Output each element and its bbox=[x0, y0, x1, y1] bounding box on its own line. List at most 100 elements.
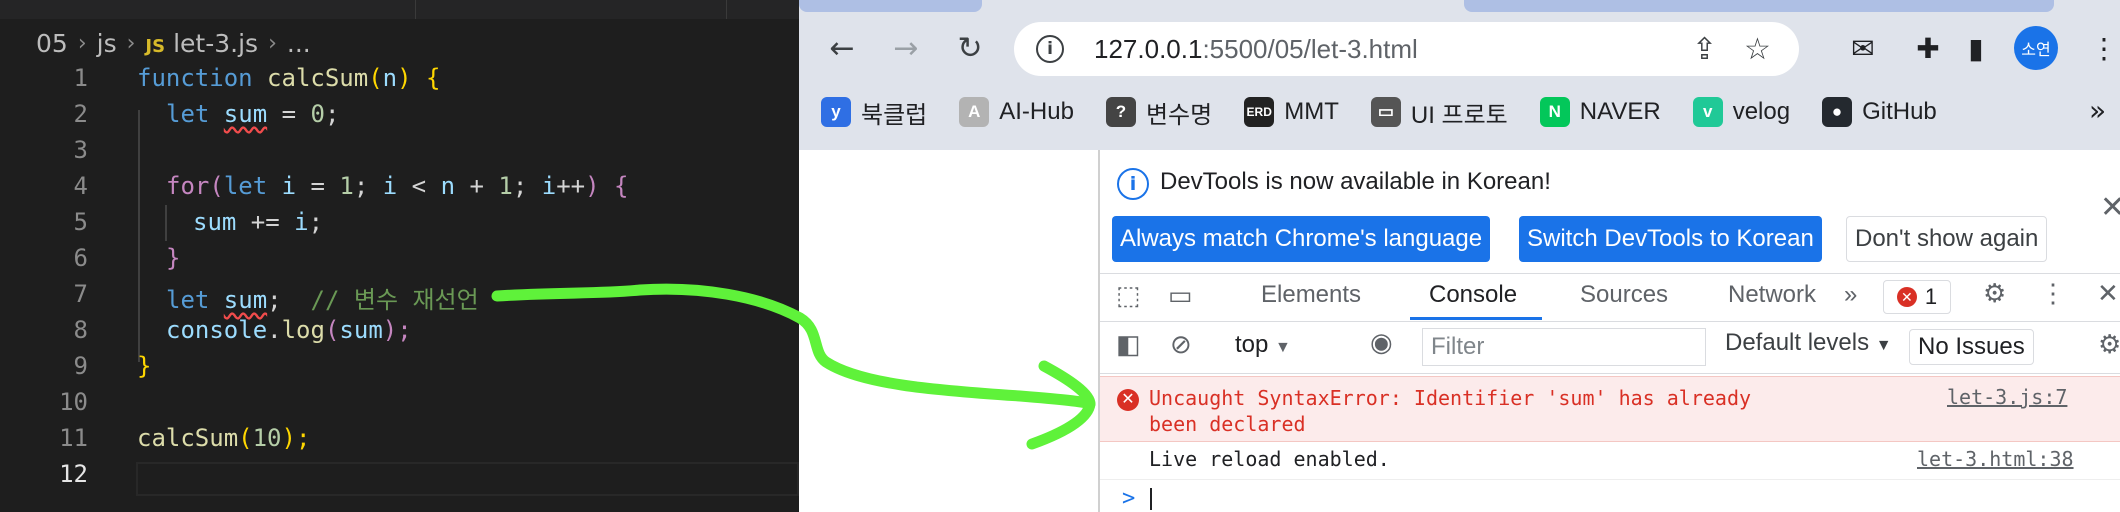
code-token: calcSum bbox=[267, 64, 369, 92]
url-host: 127.0.0.1 bbox=[1094, 34, 1203, 64]
line-number: 4 bbox=[73, 172, 88, 200]
breadcrumb-file[interactable]: JS let-3.js bbox=[145, 29, 258, 58]
error-text: Uncaught SyntaxError: Identifier 'sum' h… bbox=[1149, 386, 1752, 436]
close-icon[interactable]: ✕ bbox=[2100, 190, 2120, 225]
code-token: n bbox=[440, 172, 456, 200]
bookmark-label: MMT bbox=[1284, 98, 1339, 125]
code-token: n bbox=[382, 64, 398, 92]
switch-to-korean-button[interactable]: Switch DevTools to Korean bbox=[1519, 216, 1822, 262]
code-token: = bbox=[267, 100, 311, 128]
side-panel-icon[interactable]: ▮ bbox=[1954, 26, 1998, 70]
issues-button[interactable]: No Issues bbox=[1909, 329, 2034, 365]
always-match-language-button[interactable]: Always match Chrome's language bbox=[1112, 216, 1491, 262]
back-icon[interactable]: ← bbox=[820, 26, 864, 70]
bookmark-item[interactable]: A AI-Hub bbox=[959, 97, 1074, 127]
code-token: console bbox=[166, 316, 268, 344]
code-line[interactable]: } bbox=[166, 244, 180, 272]
avatar[interactable]: 소연 bbox=[2014, 26, 2058, 70]
code-line[interactable]: sum += i; bbox=[193, 208, 323, 236]
code-line[interactable]: console.log(sum); bbox=[166, 316, 412, 344]
error-count-badge[interactable]: ✕ 1 bbox=[1883, 280, 1951, 314]
dont-show-again-button[interactable]: Don't show again bbox=[1846, 216, 2048, 262]
clear-console-icon[interactable]: ⊘ bbox=[1170, 329, 1192, 360]
context-selector[interactable]: top ▼ bbox=[1235, 331, 1291, 359]
code-token: sum bbox=[339, 316, 383, 344]
more-tabs-icon[interactable]: » bbox=[1844, 281, 1857, 309]
line-number: 11 bbox=[59, 424, 88, 452]
code-line[interactable]: } bbox=[137, 352, 151, 380]
chevron-right-icon: › bbox=[77, 30, 87, 56]
sidebar-toggle-icon[interactable]: ◧ bbox=[1116, 329, 1141, 360]
breadcrumb-folder[interactable]: 05 bbox=[36, 29, 68, 58]
code-token: ( bbox=[368, 64, 383, 92]
bookmark-item[interactable]: ERD MMT bbox=[1244, 97, 1339, 127]
browser-tab[interactable] bbox=[799, 0, 982, 12]
bookmarks-more-icon[interactable]: » bbox=[2089, 94, 2106, 127]
bookmark-favicon-icon: ▭ bbox=[1370, 97, 1401, 127]
log-source-link[interactable]: let-3.html:38 bbox=[1917, 447, 2074, 471]
code-token: let bbox=[166, 286, 224, 314]
code-line[interactable]: function calcSum(n) { bbox=[137, 64, 440, 92]
current-line-highlight bbox=[136, 462, 799, 496]
address-bar[interactable]: i 127.0.0.1:5500/05/let-3.html ⇪ ☆ bbox=[1014, 22, 1799, 76]
line-number: 2 bbox=[73, 100, 88, 128]
bookmark-item[interactable]: v velog bbox=[1692, 97, 1791, 127]
url-text[interactable]: 127.0.0.1:5500/05/let-3.html bbox=[1094, 34, 1418, 65]
site-info-icon[interactable]: i bbox=[1036, 35, 1064, 63]
info-icon: i bbox=[1117, 168, 1149, 200]
share-icon[interactable]: ⇪ bbox=[1692, 32, 1717, 67]
code-line[interactable]: let sum = 0; bbox=[166, 100, 339, 128]
log-levels-dropdown[interactable]: Default levels ▼ bbox=[1725, 329, 1892, 357]
bookmark-favicon-icon: ● bbox=[1822, 97, 1853, 127]
code-token: } bbox=[166, 244, 181, 272]
forward-icon[interactable]: → bbox=[884, 26, 928, 70]
code-token: i bbox=[382, 172, 398, 200]
console-error-message: ✕ Uncaught SyntaxError: Identifier 'sum'… bbox=[1100, 376, 2120, 442]
more-options-icon[interactable]: ⋮ bbox=[2040, 278, 2066, 309]
close-devtools-icon[interactable]: ✕ bbox=[2097, 278, 2119, 309]
error-source-link[interactable]: let-3.js:7 bbox=[1947, 385, 2067, 409]
bookmark-item[interactable]: N NAVER bbox=[1539, 97, 1661, 127]
code-line[interactable]: for(let i = 1; i < n + 1; i++) { bbox=[166, 172, 628, 200]
inspect-element-icon[interactable]: ⬚ bbox=[1116, 280, 1141, 311]
browser-toolbar: ← → ↻ i 127.0.0.1:5500/05/let-3.html ⇪ ☆… bbox=[799, 0, 2120, 150]
language-notice: i DevTools is now available in Korean! A… bbox=[1100, 150, 2120, 274]
line-number: 6 bbox=[73, 244, 88, 272]
url-path: :5500/05/let-3.html bbox=[1202, 34, 1418, 64]
tab-elements[interactable]: Elements bbox=[1261, 281, 1361, 309]
bookmark-label: velog bbox=[1732, 98, 1791, 125]
reload-icon[interactable]: ↻ bbox=[948, 26, 992, 70]
star-icon[interactable]: ☆ bbox=[1744, 32, 1771, 67]
browser-tab[interactable] bbox=[1464, 0, 2054, 12]
editor-tab-area bbox=[0, 0, 416, 19]
code-token: ( bbox=[209, 172, 224, 200]
filter-input[interactable]: Filter bbox=[1422, 328, 1706, 366]
bookmark-item[interactable]: ▭ UI 프로토 bbox=[1370, 95, 1508, 130]
breadcrumb-symbol[interactable]: ... bbox=[287, 29, 311, 58]
console-toolbar: ◧ ⊘ top ▼ ◉ Filter Default levels ▼ No I… bbox=[1100, 321, 2120, 374]
bookmark-item[interactable]: ? 변수명 bbox=[1105, 95, 1212, 130]
bookmark-item[interactable]: ● GitHub bbox=[1822, 97, 1937, 127]
code-line[interactable]: calcSum(10); bbox=[137, 424, 310, 452]
breadcrumb-file-label: let-3.js bbox=[173, 28, 259, 58]
tab-network[interactable]: Network bbox=[1728, 281, 1816, 309]
bookmark-item[interactable]: y 북클럽 bbox=[821, 95, 927, 130]
console-input-caret[interactable] bbox=[1150, 488, 1152, 510]
extension-send-icon[interactable]: ✉ bbox=[1841, 26, 1885, 70]
line-number: 10 bbox=[59, 388, 88, 416]
tab-console[interactable]: Console bbox=[1429, 281, 1517, 309]
live-expression-eye-icon[interactable]: ◉ bbox=[1370, 327, 1393, 358]
code-token: } bbox=[137, 352, 152, 380]
gear-icon[interactable]: ⚙ bbox=[1983, 278, 2006, 309]
breadcrumb: 05 › js › JS let-3.js › ... bbox=[36, 24, 311, 62]
log-text: Live reload enabled. bbox=[1149, 447, 1390, 471]
code-token: ) { bbox=[397, 64, 441, 92]
puzzle-extensions-icon[interactable]: ✚ bbox=[1906, 26, 1950, 70]
device-toolbar-icon[interactable]: ▭ bbox=[1168, 280, 1193, 311]
tab-sources[interactable]: Sources bbox=[1580, 281, 1668, 309]
breadcrumb-folder[interactable]: js bbox=[97, 29, 117, 58]
code-line[interactable]: let sum; // 변수 재선언 bbox=[166, 280, 479, 315]
menu-icon[interactable]: ⋮ bbox=[2082, 26, 2120, 70]
console-settings-icon[interactable]: ⚙ bbox=[2098, 329, 2120, 360]
code-token: ); bbox=[382, 316, 412, 344]
